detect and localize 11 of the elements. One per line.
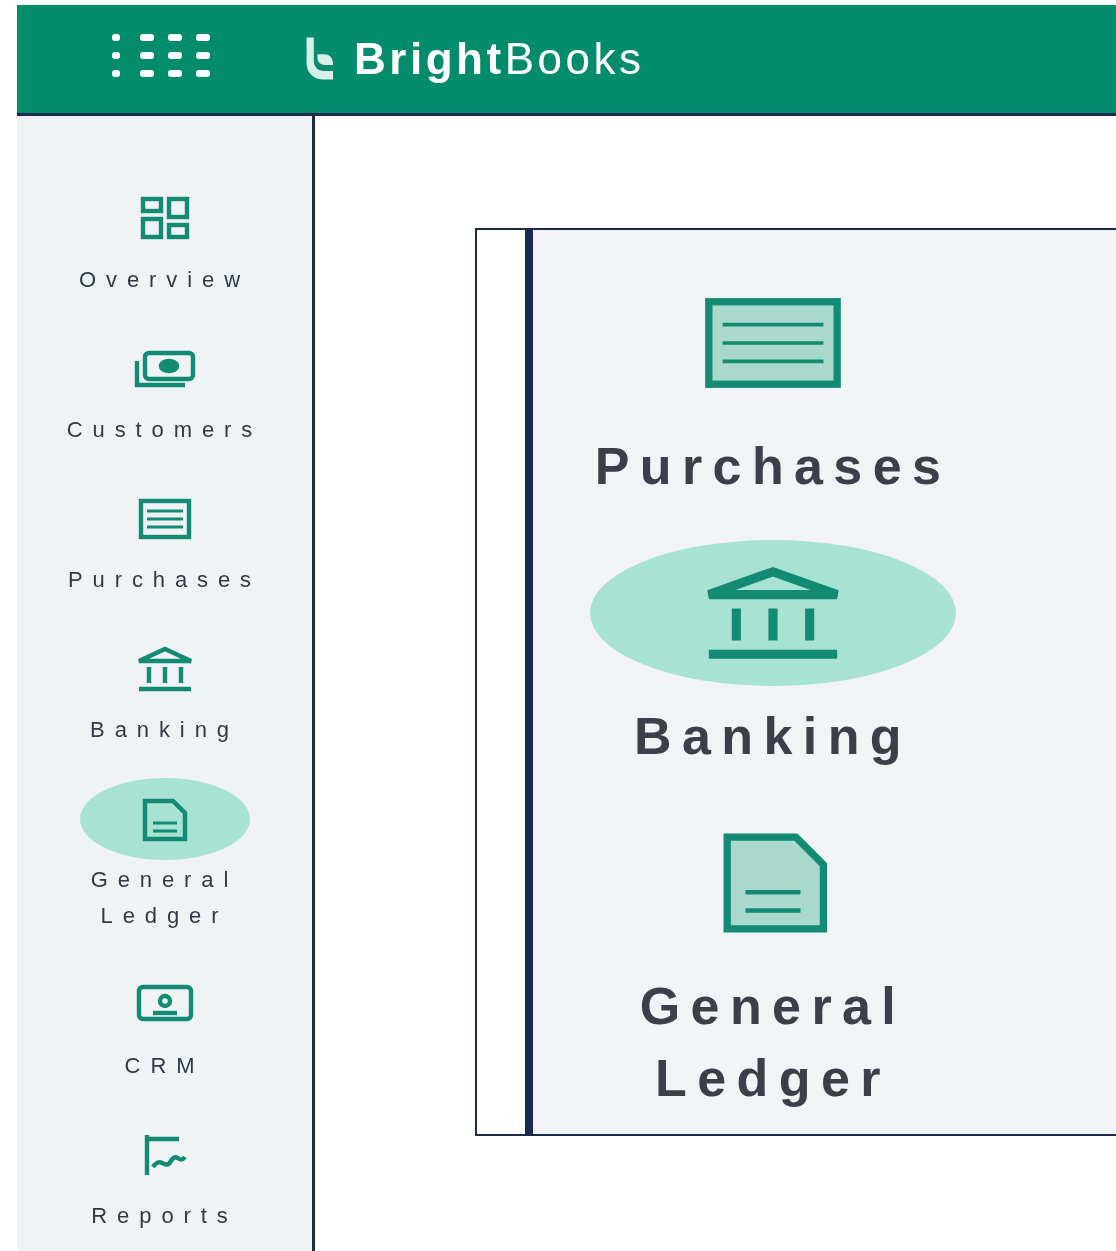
panel-item[interactable]: General Ledger <box>533 810 1013 1114</box>
sidebar-item[interactable]: Customers <box>39 328 290 448</box>
sidebar-item[interactable]: CRM <box>39 964 290 1084</box>
sidebar-item[interactable]: Reports <box>39 1114 290 1234</box>
sidebar-item[interactable]: Purchases <box>39 478 290 598</box>
panel-item[interactable]: Purchases <box>533 270 1013 502</box>
panel-item[interactable]: Banking <box>533 540 1013 772</box>
sidebar-item[interactable]: Banking <box>39 628 290 748</box>
logo-text: BrightBooks <box>354 34 645 84</box>
sidebar-item[interactable]: General Ledger <box>39 778 290 934</box>
sidebar-item[interactable]: Overview <box>39 178 290 298</box>
